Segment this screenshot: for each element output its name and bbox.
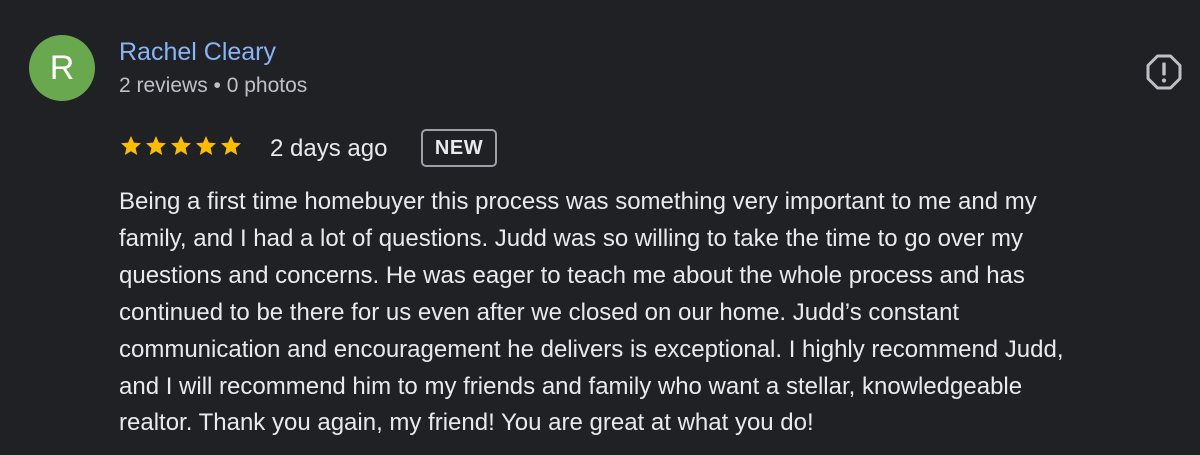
star-icon xyxy=(146,136,166,155)
review-text-line: continued to be there for us even after … xyxy=(119,298,960,326)
review-text-line: family, and I had a lot of questions. Ju… xyxy=(119,224,1024,252)
star-rating xyxy=(119,133,243,161)
avatar[interactable]: R xyxy=(29,35,95,101)
star-icon xyxy=(121,136,141,155)
new-badge: NEW xyxy=(421,129,497,167)
report-flag-icon[interactable] xyxy=(1145,53,1183,91)
review-time: 2 days ago xyxy=(270,135,388,162)
review-text-line: and I will recommend him to my friends a… xyxy=(119,372,1023,400)
reviewer-meta: 2 reviews • 0 photos xyxy=(119,74,308,97)
reviewer-name-link[interactable]: Rachel Cleary xyxy=(119,36,276,68)
avatar-initial: R xyxy=(49,49,75,87)
review-card: R Rachel Cleary 2 reviews • 0 photos 2 d… xyxy=(0,0,1200,455)
star-icon xyxy=(171,136,191,155)
review-text-line: communication and encouragement he deliv… xyxy=(119,335,1064,363)
review-text-line: questions and concerns. He was eager to … xyxy=(119,261,1025,289)
star-icon xyxy=(196,136,216,155)
review-text-line: Being a first time homebuyer this proces… xyxy=(119,188,1037,215)
review-text-line: realtor. Thank you again, my friend! You… xyxy=(119,409,814,437)
star-icon xyxy=(221,136,241,155)
review-text: Being a first time homebuyer this proces… xyxy=(119,184,1179,442)
